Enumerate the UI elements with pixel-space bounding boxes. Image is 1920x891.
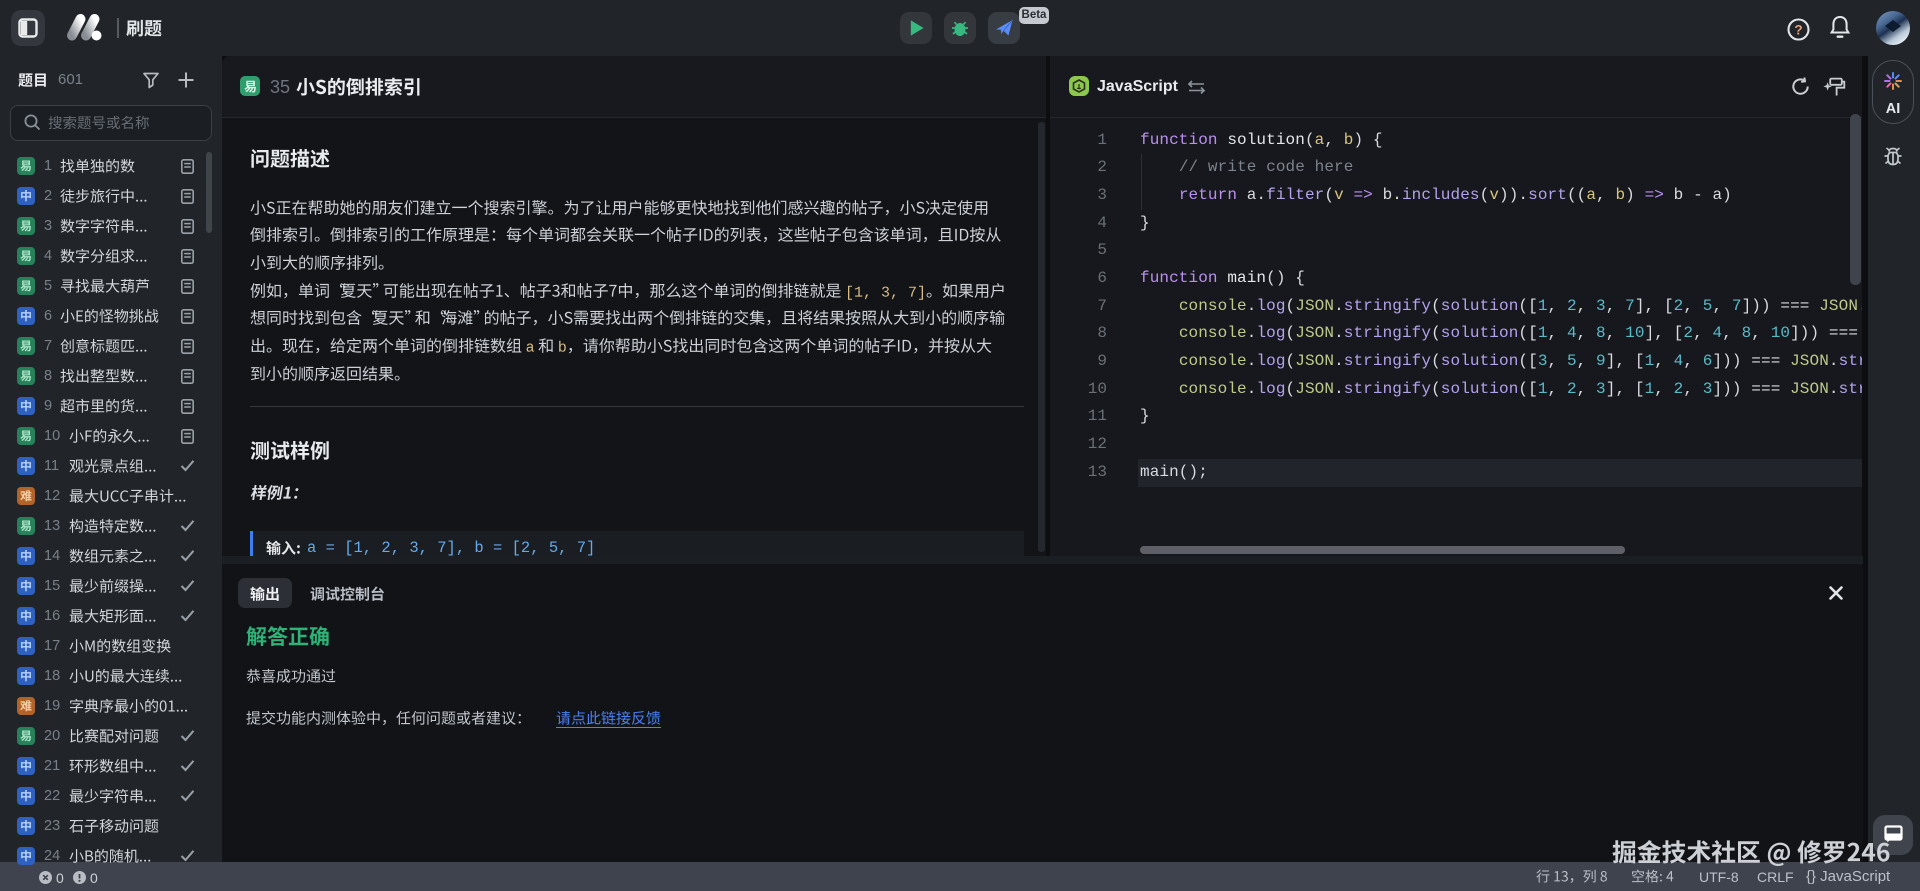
svg-text:?: ? (1794, 22, 1802, 37)
